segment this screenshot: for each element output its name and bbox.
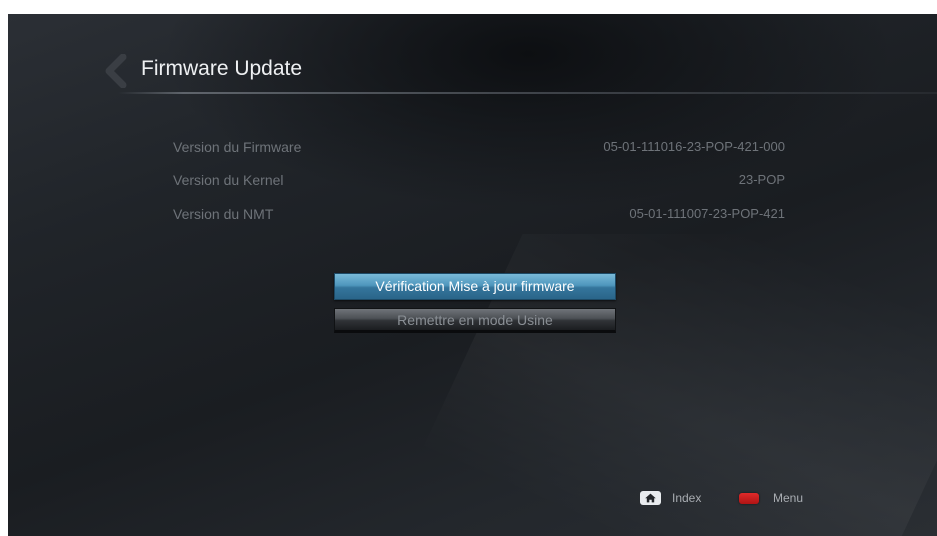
title-divider [118, 92, 937, 94]
index-hint[interactable]: Index [640, 488, 701, 508]
red-key-icon [739, 492, 759, 504]
factory-reset-button[interactable]: Remettre en mode Usine [334, 308, 616, 333]
menu-label: Menu [773, 491, 804, 505]
index-label: Index [672, 491, 702, 505]
firmware-version-value: 05-01-111016-23-POP-421-000 [603, 139, 785, 154]
nmt-version-value: 05-01-111007-23-POP-421 [629, 206, 785, 221]
back-chevron-icon[interactable] [103, 54, 129, 88]
tv-screen: Firmware Update Version du Firmware 05-0… [8, 14, 937, 536]
kernel-version-label: Version du Kernel [173, 172, 284, 188]
firmware-version-label: Version du Firmware [173, 139, 302, 155]
menu-hint[interactable]: Menu [739, 488, 803, 508]
page-title: Firmware Update [141, 57, 303, 80]
kernel-version-value: 23-POP [738, 172, 785, 187]
nmt-version-label: Version du NMT [173, 206, 274, 222]
check-firmware-update-button[interactable]: Vérification Mise à jour firmware [334, 273, 616, 300]
home-icon [640, 491, 661, 505]
